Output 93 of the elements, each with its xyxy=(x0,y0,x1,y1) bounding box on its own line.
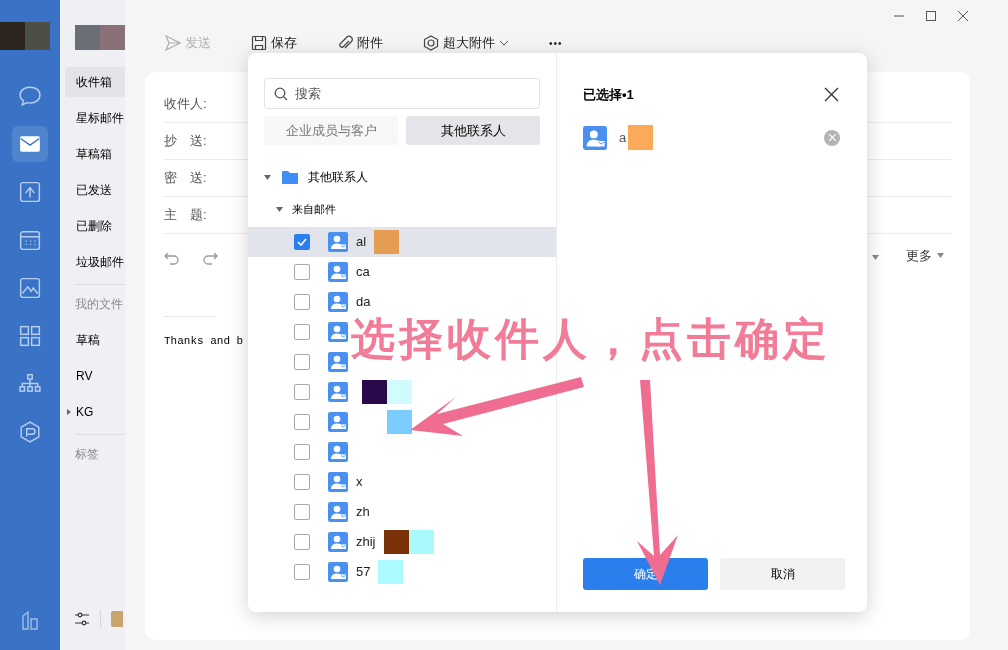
section-label: 标签 xyxy=(75,447,99,461)
contact-icon xyxy=(328,352,348,372)
contact-icon xyxy=(328,502,348,522)
remove-icon[interactable] xyxy=(824,129,840,146)
mail-icon[interactable] xyxy=(12,126,48,162)
contact-name[interactable]: zhij xyxy=(356,532,376,552)
expand-arrow-icon[interactable] xyxy=(67,409,71,415)
more-button[interactable]: ••• xyxy=(549,35,563,51)
contact-name: a xyxy=(619,128,627,147)
hexagon-icon xyxy=(423,35,439,51)
dropdown-arrow-icon[interactable] xyxy=(872,255,879,260)
dropdown-arrow-icon xyxy=(937,253,944,259)
checkbox[interactable] xyxy=(294,264,310,280)
send-icon xyxy=(165,35,181,51)
checkbox[interactable] xyxy=(294,564,310,580)
checkbox[interactable] xyxy=(294,474,310,490)
contact-icon xyxy=(328,412,348,432)
save-button[interactable]: 保存 xyxy=(251,33,297,53)
section-label: 我的文件 xyxy=(75,297,123,311)
badge-icon xyxy=(111,611,123,627)
contact-name[interactable]: 57 xyxy=(356,562,371,582)
large-attachment-button[interactable]: 超大附件 xyxy=(423,33,509,53)
field-label: 主 题: xyxy=(164,206,207,225)
contact-icon xyxy=(328,532,348,552)
close-icon[interactable] xyxy=(824,87,839,103)
contact-icon xyxy=(328,472,348,492)
contact-icon xyxy=(328,322,348,342)
folder-item[interactable]: KG xyxy=(72,397,125,427)
close-icon[interactable] xyxy=(958,11,968,21)
attach-button[interactable]: 附件 xyxy=(337,33,383,53)
folder-item[interactable]: 已删除 xyxy=(65,211,125,241)
folder-icon xyxy=(282,170,298,184)
maximize-icon[interactable] xyxy=(926,11,936,21)
chart-icon xyxy=(21,610,39,630)
field-label: 抄 送: xyxy=(164,132,207,151)
collapse-arrow-icon[interactable] xyxy=(276,206,283,212)
cancel-button[interactable]: 取消 xyxy=(720,558,845,590)
field-label: 密 送: xyxy=(164,169,207,188)
folder-item[interactable]: 收件箱 xyxy=(65,67,125,97)
selected-count: 已选择•1 xyxy=(583,86,634,104)
save-icon xyxy=(251,35,267,51)
contact-icon xyxy=(328,562,348,582)
checkbox[interactable] xyxy=(294,444,310,460)
signature-text: Thanks and b xyxy=(164,334,245,349)
contact-icon xyxy=(328,382,348,402)
checkbox[interactable] xyxy=(294,354,310,370)
tab[interactable]: 其他联系人 xyxy=(406,116,540,145)
paperclip-icon xyxy=(337,35,353,51)
folder-item[interactable]: RV xyxy=(65,361,125,391)
contact-icon xyxy=(583,125,607,150)
redaction-mosaic xyxy=(387,410,412,434)
redo-icon[interactable] xyxy=(202,251,218,265)
undo-icon[interactable] xyxy=(164,251,180,265)
checkbox[interactable] xyxy=(294,234,310,250)
redaction-mosaic xyxy=(378,560,404,584)
more-button[interactable]: 更多 xyxy=(906,246,944,266)
folder-item[interactable]: 已发送 xyxy=(65,175,125,205)
redaction-mosaic xyxy=(374,230,400,254)
redaction-mosaic xyxy=(362,380,412,404)
contact-name[interactable]: da xyxy=(356,292,371,312)
contact-icon xyxy=(328,292,348,312)
sliders-icon xyxy=(74,612,90,626)
contact-icon xyxy=(328,232,348,252)
search-field[interactable]: 搜索 xyxy=(264,78,540,109)
collapse-arrow-icon[interactable] xyxy=(264,174,271,180)
checkbox[interactable] xyxy=(294,384,310,400)
checkbox[interactable] xyxy=(294,294,310,310)
checkbox[interactable] xyxy=(294,414,310,430)
chevron-down-icon[interactable] xyxy=(499,39,509,47)
checkbox[interactable] xyxy=(294,324,310,340)
avatar-mosaic xyxy=(75,25,125,50)
checkmark-icon xyxy=(297,238,307,246)
contact-name[interactable]: ca xyxy=(356,262,370,282)
contact-name[interactable]: x xyxy=(356,472,363,492)
contact-name[interactable]: zh xyxy=(356,502,370,522)
contact-icon xyxy=(328,442,348,462)
contact-icon xyxy=(328,262,348,282)
folder-item[interactable]: 星标邮件 xyxy=(65,103,125,133)
search-icon xyxy=(274,87,288,101)
folder-item[interactable]: 草稿 xyxy=(65,325,125,355)
checkbox[interactable] xyxy=(294,534,310,550)
tab[interactable]: 企业成员与客户 xyxy=(264,116,398,145)
tree-label[interactable]: 其他联系人 xyxy=(308,168,368,186)
redaction-mosaic xyxy=(628,125,654,150)
tree-label[interactable]: 来自邮件 xyxy=(292,200,336,218)
folder-item[interactable]: 草稿箱 xyxy=(65,139,125,169)
redaction-mosaic xyxy=(383,530,434,554)
contact-name[interactable]: al xyxy=(356,232,367,252)
checkbox[interactable] xyxy=(294,504,310,520)
field-label: 收件人: xyxy=(164,95,207,114)
avatar-mosaic xyxy=(0,22,50,50)
folder-item[interactable]: 垃圾邮件 xyxy=(65,247,125,277)
annotation-text: 选择收件人，点击确定 xyxy=(351,313,831,365)
